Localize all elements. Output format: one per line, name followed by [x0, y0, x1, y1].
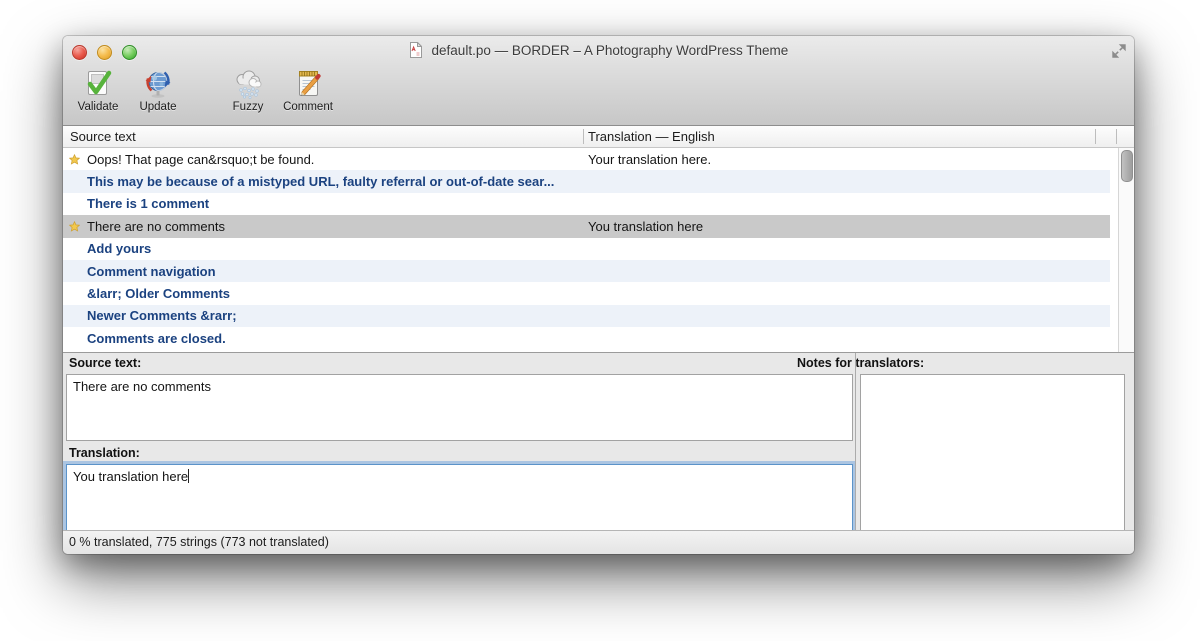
translation-label: Translation: [69, 443, 140, 463]
table-row[interactable]: This may be because of a mistyped URL, f… [63, 170, 1110, 192]
fuzzy-cloud-icon [233, 69, 263, 99]
window-chrome: default.po — BORDER – A Photography Word… [63, 36, 1134, 126]
source-text-value: There are no comments [73, 379, 211, 394]
source-cell: There is 1 comment [87, 196, 583, 211]
table-row[interactable]: Newer Comments &rarr; [63, 305, 1110, 327]
table-row[interactable]: Comment navigation [63, 260, 1110, 282]
notes-label: Notes for translators: [797, 353, 924, 373]
source-text-box: There are no comments [66, 374, 853, 441]
table-row[interactable]: &larr; Older Comments [63, 282, 1110, 304]
translation-cell: You translation here [583, 219, 1110, 234]
toolbar-label: Fuzzy [233, 101, 264, 113]
source-cell: &larr; Older Comments [87, 286, 583, 301]
fuzzy-button[interactable]: Fuzzy [219, 67, 277, 113]
validate-check-icon [83, 69, 113, 99]
fullscreen-icon[interactable] [1111, 43, 1127, 59]
table-row[interactable]: Add yours [63, 238, 1110, 260]
string-table-body: Oops! That page can&rsquo;t be found.You… [63, 148, 1134, 352]
table-scrollbar[interactable] [1118, 148, 1134, 352]
toolbar-label: Validate [78, 101, 119, 113]
source-cell: Add yours [87, 241, 583, 256]
editor-panel: Source text: Notes for translators: Ther… [63, 352, 1134, 531]
fuzzy-star-icon [63, 221, 87, 232]
update-button[interactable]: Update [129, 67, 187, 113]
source-cell: This may be because of a mistyped URL, f… [87, 174, 583, 189]
source-text-label: Source text: [69, 353, 141, 373]
column-header-source[interactable]: Source text [70, 126, 136, 147]
window-title-area: default.po — BORDER – A Photography Word… [63, 36, 1134, 66]
toolbar-label: Update [139, 101, 176, 113]
translation-input[interactable]: You translation here [66, 464, 853, 531]
column-divider[interactable] [1095, 129, 1096, 144]
toolbar-label: Comment [283, 101, 333, 113]
update-globe-icon [143, 69, 173, 99]
poedit-window: default.po — BORDER – A Photography Word… [63, 36, 1134, 554]
status-bar: 0 % translated, 775 strings (773 not tra… [63, 530, 1134, 554]
translation-cell: Your translation here. [583, 152, 1110, 167]
comment-notepad-icon [293, 69, 323, 99]
translation-value: You translation here [73, 469, 188, 484]
table-row[interactable]: There is 1 comment [63, 193, 1110, 215]
source-cell: Newer Comments &rarr; [87, 308, 583, 323]
window-title: default.po — BORDER – A Photography Word… [432, 43, 789, 58]
column-divider [1116, 129, 1117, 144]
table-row[interactable]: Oops! That page can&rsquo;t be found.You… [63, 148, 1110, 170]
source-cell: Oops! That page can&rsquo;t be found. [87, 152, 583, 167]
notes-for-translators-box [860, 374, 1125, 531]
po-document-icon [409, 42, 422, 58]
titlebar[interactable]: default.po — BORDER – A Photography Word… [63, 36, 1134, 66]
table-row[interactable]: Comments are closed. [63, 327, 1110, 349]
column-header-translation[interactable]: Translation — English [588, 126, 715, 147]
toolbar: Validate [69, 67, 337, 113]
panel-divider[interactable] [855, 353, 856, 531]
table-row[interactable]: There are no commentsYou translation her… [63, 215, 1110, 237]
comment-button[interactable]: Comment [279, 67, 337, 113]
source-cell: Comment navigation [87, 264, 583, 279]
status-text: 0 % translated, 775 strings (773 not tra… [69, 535, 329, 549]
fuzzy-star-icon [63, 154, 87, 165]
desktop: default.po — BORDER – A Photography Word… [0, 0, 1200, 641]
source-cell: There are no comments [87, 219, 583, 234]
validate-button[interactable]: Validate [69, 67, 127, 113]
column-divider[interactable] [583, 129, 584, 144]
table-header: Source text Translation — English [63, 126, 1134, 148]
source-cell: Comments are closed. [87, 331, 583, 346]
text-caret [188, 469, 189, 483]
scrollbar-thumb[interactable] [1121, 150, 1133, 182]
